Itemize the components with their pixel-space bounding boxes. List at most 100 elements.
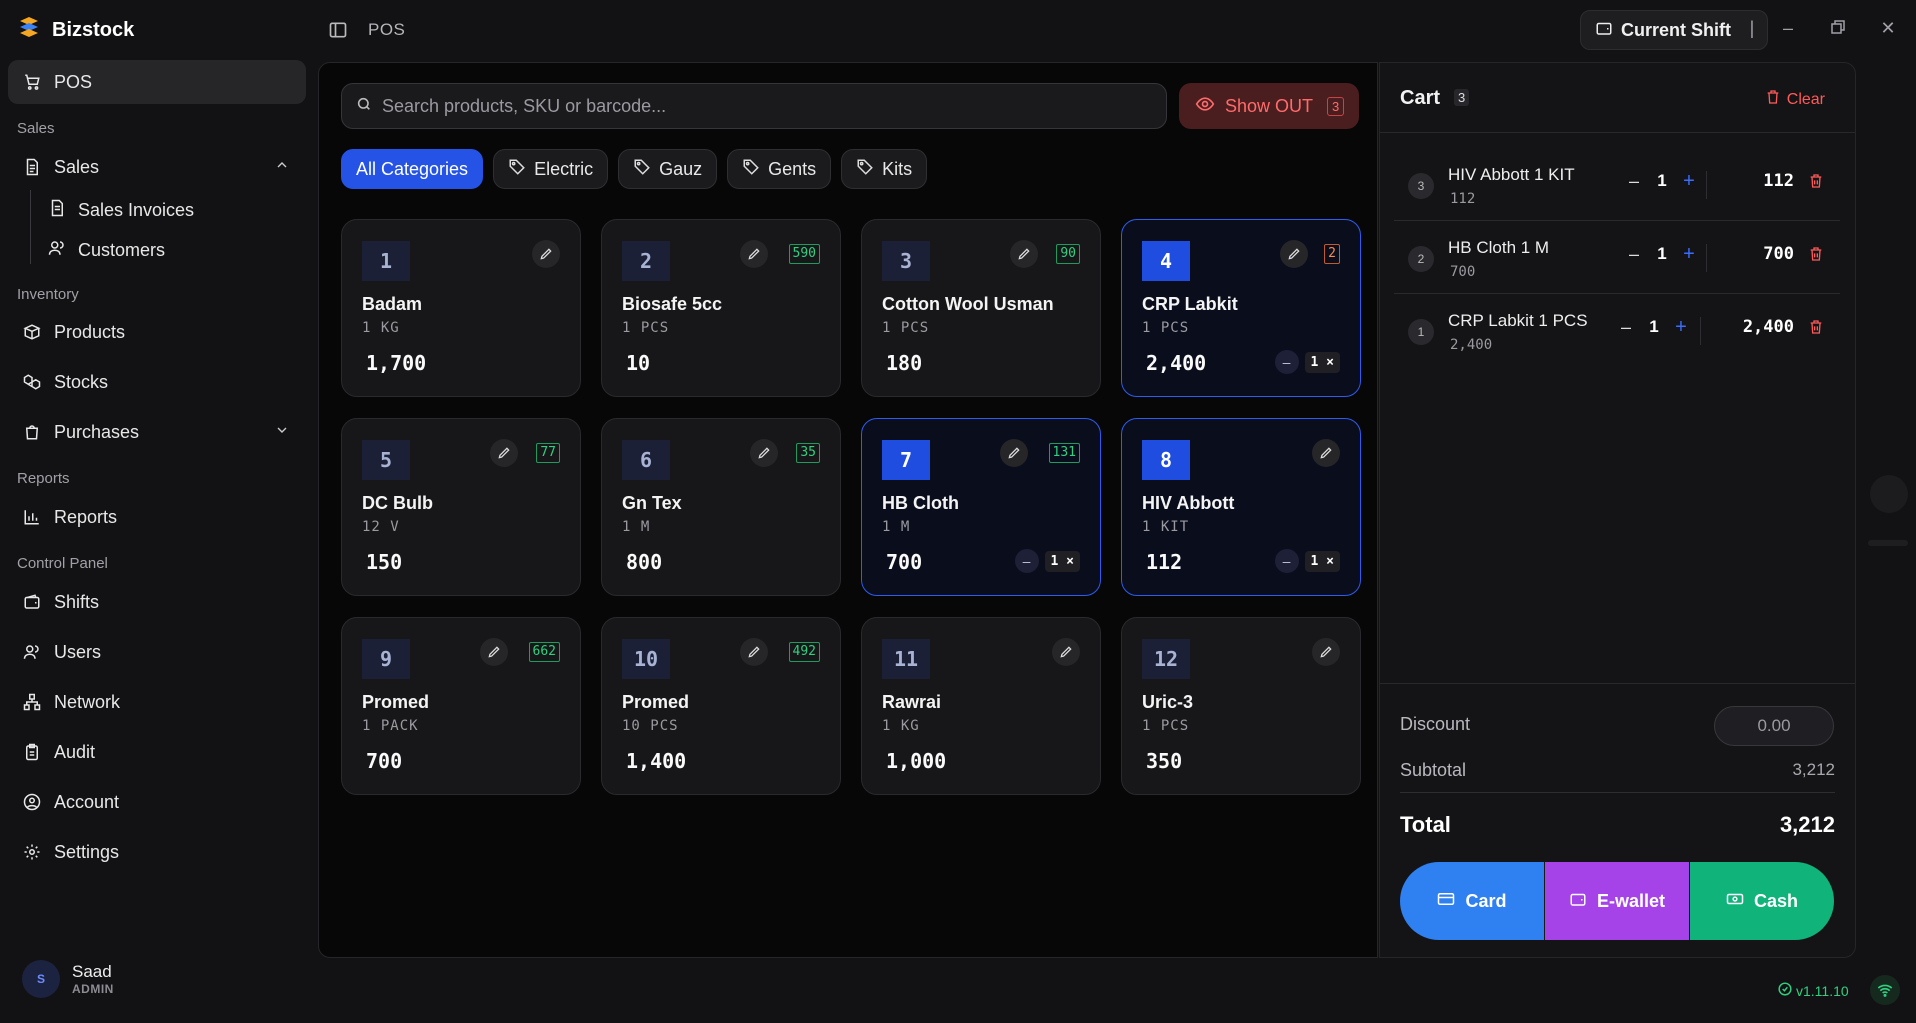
search-icon xyxy=(356,96,372,117)
sidebar-item-users[interactable]: Users xyxy=(8,630,306,674)
current-shift-button[interactable]: Current Shift xyxy=(1580,10,1768,50)
window-separator: | xyxy=(1749,18,1755,38)
search-box[interactable] xyxy=(341,83,1167,129)
product-price: 700 xyxy=(886,550,923,574)
category-gauz[interactable]: Gauz xyxy=(618,149,718,189)
close-icon[interactable]: ✕ xyxy=(1878,18,1898,38)
stock-badge: 35 xyxy=(796,443,820,463)
decrease-button[interactable]: – xyxy=(1274,350,1299,374)
edit-icon[interactable] xyxy=(1312,439,1340,467)
product-unit: 12 V xyxy=(362,519,400,535)
decrease-button[interactable]: – xyxy=(1274,549,1299,573)
scroll-handle[interactable] xyxy=(1870,475,1908,513)
edit-icon[interactable] xyxy=(740,240,768,268)
increase-button[interactable]: + xyxy=(1679,170,1699,193)
trash-icon[interactable] xyxy=(1808,319,1824,340)
item-unit-price: 112 xyxy=(1450,191,1476,207)
edit-icon[interactable] xyxy=(750,439,778,467)
invoice-icon xyxy=(48,199,66,222)
sidebar-item-sales-invoices[interactable]: Sales Invoices xyxy=(48,192,194,228)
increase-button[interactable]: + xyxy=(1679,243,1699,266)
product-card[interactable]: 3 90 Cotton Wool Usman 1 PCS 180 xyxy=(861,219,1101,397)
sidebar-toggle-icon[interactable] xyxy=(328,20,348,40)
product-name: Promed xyxy=(622,692,690,712)
edit-icon[interactable] xyxy=(532,240,560,268)
product-card[interactable]: 6 35 Gn Tex 1 M 800 xyxy=(601,418,841,596)
wifi-icon[interactable] xyxy=(1870,975,1900,1005)
category-electric[interactable]: Electric xyxy=(493,149,609,189)
product-card[interactable]: 2 590 Biosafe 5cc 1 PCS 10 xyxy=(601,219,841,397)
edit-icon[interactable] xyxy=(1312,638,1340,666)
edit-icon[interactable] xyxy=(1052,638,1080,666)
edit-icon[interactable] xyxy=(1000,439,1028,467)
category-gents[interactable]: Gents xyxy=(727,149,832,189)
product-card[interactable]: 7 131 HB Cloth 1 M 700 –1 × xyxy=(861,418,1101,596)
show-out-button[interactable]: Show OUT 3 xyxy=(1179,83,1359,129)
item-index: 1 xyxy=(1408,319,1434,345)
scroll-track[interactable] xyxy=(1868,540,1908,546)
product-card[interactable]: 9 662 Promed 1 PACK 700 xyxy=(341,617,581,795)
cart-title: Cart xyxy=(1400,87,1441,109)
category-all-categories[interactable]: All Categories xyxy=(341,149,484,189)
decrease-button[interactable]: – xyxy=(1616,317,1636,338)
sidebar-item-sales[interactable]: Sales xyxy=(8,145,306,189)
edit-icon[interactable] xyxy=(740,638,768,666)
sidebar-item-purchases[interactable]: Purchases xyxy=(8,410,306,454)
product-card[interactable]: 10 492 Promed 10 PCS 1,400 xyxy=(601,617,841,795)
wallet-icon xyxy=(1595,19,1613,42)
trash-icon[interactable] xyxy=(1808,173,1824,194)
users-icon xyxy=(22,642,42,662)
sidebar-item-stocks[interactable]: Stocks xyxy=(8,360,306,404)
sidebar-item-reports[interactable]: Reports xyxy=(8,495,306,539)
discount-label: Discount xyxy=(1400,714,1471,734)
decrease-button[interactable]: – xyxy=(1014,549,1039,573)
edit-icon[interactable] xyxy=(1010,240,1038,268)
item-index: 2 xyxy=(1408,246,1434,272)
product-card[interactable]: 12 Uric-3 1 PCS 350 xyxy=(1121,617,1361,795)
edit-icon[interactable] xyxy=(480,638,508,666)
discount-input[interactable]: 0.00 xyxy=(1714,706,1834,746)
product-price: 2,400 xyxy=(1146,351,1207,375)
clear-cart-button[interactable]: Clear xyxy=(1765,89,1825,110)
tag-icon xyxy=(856,158,874,181)
product-price: 112 xyxy=(1146,550,1183,574)
product-number: 8 xyxy=(1142,440,1190,480)
restore-icon[interactable] xyxy=(1828,18,1848,38)
increase-button[interactable]: + xyxy=(1671,316,1691,339)
pay-ewallet-button[interactable]: E-wallet xyxy=(1545,862,1690,940)
product-name: Badam xyxy=(362,294,423,314)
product-price: 180 xyxy=(886,351,923,375)
clipboard-icon xyxy=(22,742,42,762)
product-unit: 1 PCS xyxy=(1142,320,1190,336)
trash-icon[interactable] xyxy=(1808,246,1824,267)
avatar: S xyxy=(22,960,60,998)
section-control-panel: Control Panel xyxy=(17,555,108,572)
sidebar-item-customers[interactable]: Customers xyxy=(48,232,165,268)
product-card[interactable]: 4 2 CRP Labkit 1 PCS 2,400 –1 × xyxy=(1121,219,1361,397)
edit-icon[interactable] xyxy=(490,439,518,467)
search-input[interactable] xyxy=(382,95,1142,117)
chevron-up-icon[interactable] xyxy=(274,157,290,178)
sidebar-item-audit[interactable]: Audit xyxy=(8,730,306,774)
quantity-value: 1 × xyxy=(1044,550,1080,572)
category-kits[interactable]: Kits xyxy=(841,149,928,189)
pay-card-button[interactable]: Card xyxy=(1400,862,1545,940)
sidebar-item-settings[interactable]: Settings xyxy=(8,830,306,874)
product-card[interactable]: 1 Badam 1 KG 1,700 xyxy=(341,219,581,397)
pay-cash-button[interactable]: Cash xyxy=(1690,862,1834,940)
edit-icon[interactable] xyxy=(1280,240,1308,268)
product-card[interactable]: 11 Rawrai 1 KG 1,000 xyxy=(861,617,1101,795)
user-profile[interactable]: S Saad ADMIN xyxy=(22,960,114,998)
product-card[interactable]: 5 77 DC Bulb 12 V 150 xyxy=(341,418,581,596)
sidebar-item-products[interactable]: Products xyxy=(8,310,306,354)
decrease-button[interactable]: – xyxy=(1624,244,1644,265)
sidebar-item-account[interactable]: Account xyxy=(8,780,306,824)
decrease-button[interactable]: – xyxy=(1624,171,1644,192)
chevron-down-icon[interactable] xyxy=(274,422,290,443)
product-card[interactable]: 8 HIV Abbott 1 KIT 112 –1 × xyxy=(1121,418,1361,596)
sidebar-item-shifts[interactable]: Shifts xyxy=(8,580,306,624)
sidebar-item-network[interactable]: Network xyxy=(8,680,306,724)
sidebar: Bizstock POS Sales Sales Sales Invoices … xyxy=(0,0,318,1023)
sidebar-item-pos[interactable]: POS xyxy=(8,60,306,104)
minimize-icon[interactable]: – xyxy=(1778,18,1798,38)
